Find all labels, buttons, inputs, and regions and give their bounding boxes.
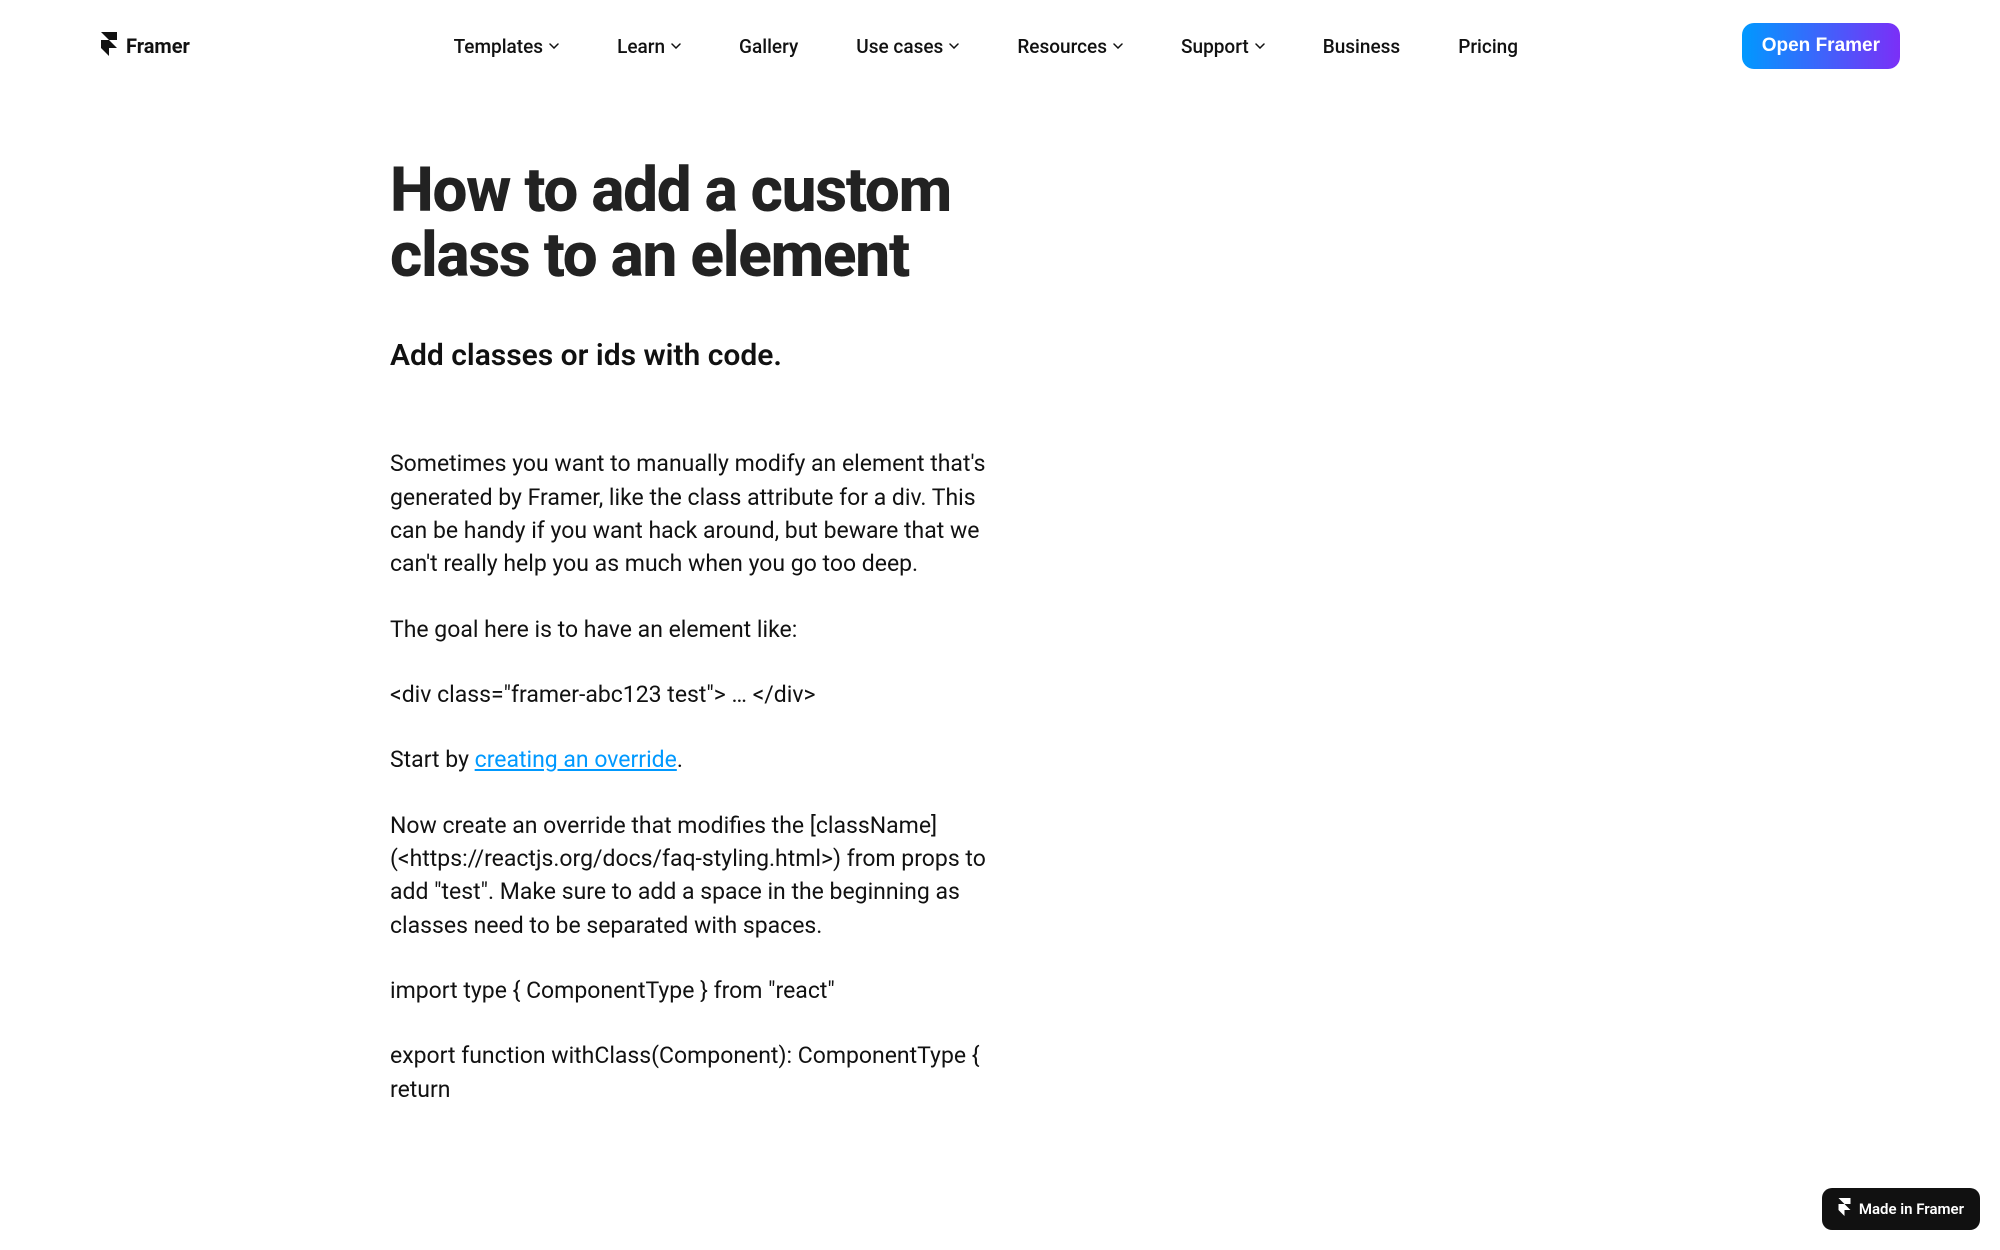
nav-label: Gallery [739, 35, 798, 58]
text-segment: Start by [390, 746, 475, 773]
nav-label: Business [1323, 35, 1401, 58]
chevron-down-icon [1113, 41, 1123, 51]
code-line: export function withClass(Component): Co… [390, 1039, 1015, 1106]
nav-gallery[interactable]: Gallery [739, 35, 798, 58]
top-nav: Framer Templates Learn Gallery Use cases… [0, 0, 2000, 68]
framer-logo-icon [100, 32, 118, 61]
framer-logo-icon [1838, 1198, 1851, 1220]
badge-label: Made in Framer [1859, 1200, 1964, 1218]
nav-label: Resources [1017, 35, 1107, 58]
open-framer-button[interactable]: Open Framer [1742, 23, 1900, 69]
nav-items: Templates Learn Gallery Use cases Resour… [240, 35, 1732, 58]
nav-business[interactable]: Business [1323, 35, 1401, 58]
nav-label: Use cases [856, 35, 943, 58]
nav-label: Pricing [1458, 35, 1518, 58]
text-segment: . [677, 746, 683, 773]
nav-support[interactable]: Support [1181, 35, 1265, 58]
page-subtitle: Add classes or ids with code. [390, 336, 1015, 375]
nav-resources[interactable]: Resources [1017, 35, 1123, 58]
nav-label: Support [1181, 35, 1249, 58]
paragraph: Start by creating an override. [390, 743, 1015, 776]
paragraph: The goal here is to have an element like… [390, 613, 1015, 646]
creating-override-link[interactable]: creating an override [475, 746, 677, 773]
nav-learn[interactable]: Learn [617, 35, 681, 58]
paragraph: Now create an override that modifies the… [390, 809, 1015, 942]
code-line: import type { ComponentType } from "reac… [390, 974, 1015, 1007]
chevron-down-icon [1255, 41, 1265, 51]
nav-label: Templates [454, 35, 543, 58]
paragraph: Sometimes you want to manually modify an… [390, 447, 1015, 580]
chevron-down-icon [671, 41, 681, 51]
brand-name: Framer [126, 34, 190, 58]
chevron-down-icon [549, 41, 559, 51]
page-title: How to add a custom class to an element [390, 158, 1015, 288]
article-content: How to add a custom class to an element … [0, 68, 2000, 1106]
made-in-framer-badge[interactable]: Made in Framer [1822, 1188, 1980, 1230]
nav-templates[interactable]: Templates [454, 35, 559, 58]
nav-use-cases[interactable]: Use cases [856, 35, 959, 58]
code-example: <div class="framer-abc123 test"> … </div… [390, 678, 1015, 711]
nav-label: Learn [617, 35, 665, 58]
brand-logo[interactable]: Framer [100, 32, 190, 61]
chevron-down-icon [949, 41, 959, 51]
nav-pricing[interactable]: Pricing [1458, 35, 1518, 58]
